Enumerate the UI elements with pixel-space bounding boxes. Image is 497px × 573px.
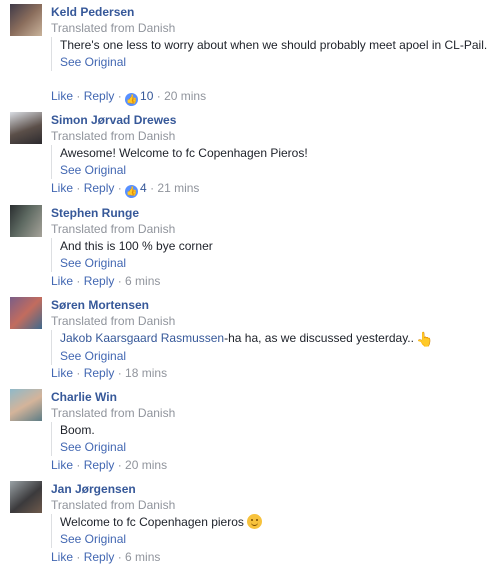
comment-author[interactable]: Simon Jørvad Drewes	[51, 113, 176, 127]
see-original-link[interactable]: See Original	[60, 348, 126, 365]
avatar[interactable]	[10, 481, 42, 513]
comment-quote: Awesome! Welcome to fc Copenhagen Pieros…	[51, 145, 490, 179]
comment-author[interactable]: Jan Jørgensen	[51, 482, 136, 496]
avatar[interactable]	[10, 205, 42, 237]
smiling-face-emoji-icon	[246, 514, 262, 529]
reply-link[interactable]: Reply	[84, 458, 115, 472]
comment-quote: There's one less to worry about when we …	[51, 37, 490, 71]
separator: ·	[73, 274, 84, 288]
thumbs-up-icon: 👍	[125, 93, 139, 106]
separator: ·	[73, 89, 84, 103]
like-link[interactable]: Like	[51, 89, 73, 103]
comment-actions: Like · Reply · 6 mins	[51, 550, 160, 564]
see-original-link[interactable]: See Original	[60, 439, 126, 456]
comment-time[interactable]: 6 mins	[125, 550, 160, 564]
comment-text-body: Welcome to fc Copenhagen pieros	[60, 515, 244, 529]
separator: ·	[146, 181, 158, 195]
comment-quote: Welcome to fc Copenhagen pieros See Orig…	[51, 514, 490, 548]
thumbs-up-icon: 👍	[125, 185, 139, 198]
see-original-link[interactable]: See Original	[60, 54, 126, 71]
comment-actions: Like · Reply · 6 mins	[51, 274, 160, 288]
comment-author[interactable]: Søren Mortensen	[51, 298, 149, 312]
reply-link[interactable]: Reply	[84, 274, 115, 288]
separator: ·	[73, 550, 84, 564]
translated-label: Translated from Danish	[51, 498, 176, 512]
comment-item: Charlie Win Translated from Danish Boom.…	[0, 389, 497, 481]
comment-item: Stephen Runge Translated from Danish And…	[0, 205, 497, 297]
comment-time[interactable]: 20 mins	[125, 458, 167, 472]
comment-actions: Like · Reply · 18 mins	[51, 366, 167, 380]
translated-label: Translated from Danish	[51, 21, 176, 35]
reply-link[interactable]: Reply	[84, 181, 115, 195]
reply-link[interactable]: Reply	[84, 550, 115, 564]
separator: ·	[114, 366, 126, 380]
mention-link[interactable]: Jakob Kaarsgaard Rasmussen	[60, 331, 224, 345]
separator: ·	[114, 181, 126, 195]
like-link[interactable]: Like	[51, 181, 73, 195]
see-original-link[interactable]: See Original	[60, 531, 126, 548]
comment-text: There's one less to worry about when we …	[60, 38, 488, 52]
comment-time[interactable]: 21 mins	[157, 181, 199, 195]
separator: ·	[114, 274, 126, 288]
like-count[interactable]: 10	[140, 89, 153, 103]
comment-item: Keld Pedersen Translated from Danish The…	[0, 4, 497, 106]
avatar[interactable]	[10, 4, 42, 36]
separator: ·	[114, 458, 126, 472]
avatar[interactable]	[10, 389, 42, 421]
comment-text: Jakob Kaarsgaard Rasmussen-ha ha, as we …	[60, 330, 490, 348]
avatar[interactable]	[10, 112, 42, 144]
see-original-link[interactable]: See Original	[60, 162, 126, 179]
comment-actions: Like · Reply · 20 mins	[51, 458, 167, 472]
comment-text-body: -ha ha, as we discussed yesterday..	[224, 331, 414, 345]
like-link[interactable]: Like	[51, 366, 73, 380]
comment-time[interactable]: 18 mins	[125, 366, 167, 380]
comment-time[interactable]: 6 mins	[125, 274, 160, 288]
comment-quote: Boom. See Original	[51, 422, 490, 456]
comment-text: Awesome! Welcome to fc Copenhagen Pieros…	[60, 146, 308, 160]
comment-text: Boom.	[60, 423, 95, 437]
comment-time[interactable]: 20 mins	[164, 89, 206, 103]
comment-quote: And this is 100 % bye corner See Origina…	[51, 238, 490, 272]
like-link[interactable]: Like	[51, 550, 73, 564]
separator: ·	[114, 550, 126, 564]
comment-author[interactable]: Charlie Win	[51, 390, 117, 404]
separator: ·	[73, 458, 84, 472]
comment-actions: Like · Reply · 👍 4 · 21 mins	[51, 181, 199, 198]
avatar[interactable]	[10, 297, 42, 329]
translated-label: Translated from Danish	[51, 222, 176, 236]
reply-link[interactable]: Reply	[84, 89, 115, 103]
comment-author[interactable]: Keld Pedersen	[51, 5, 134, 19]
like-link[interactable]: Like	[51, 274, 73, 288]
like-link[interactable]: Like	[51, 458, 73, 472]
like-count[interactable]: 4	[140, 181, 147, 195]
translated-label: Translated from Danish	[51, 314, 176, 328]
comment-quote: Jakob Kaarsgaard Rasmussen-ha ha, as we …	[51, 330, 490, 365]
comment-text: And this is 100 % bye corner	[60, 239, 213, 253]
separator: ·	[73, 181, 84, 195]
separator: ·	[153, 89, 165, 103]
separator: ·	[114, 89, 126, 103]
reply-link[interactable]: Reply	[84, 366, 115, 380]
comment-item: Simon Jørvad Drewes Translated from Dani…	[0, 112, 497, 204]
comment-actions: Like · Reply · 👍 10 · 20 mins	[51, 89, 206, 106]
separator: ·	[73, 366, 84, 380]
comment-item: Jan Jørgensen Translated from Danish Wel…	[0, 481, 497, 573]
see-original-link[interactable]: See Original	[60, 255, 126, 272]
pointing-hand-emoji-icon: 👆	[415, 331, 434, 347]
comment-text: Welcome to fc Copenhagen pieros	[60, 514, 490, 531]
translated-label: Translated from Danish	[51, 406, 176, 420]
comment-item: Søren Mortensen Translated from Danish J…	[0, 297, 497, 389]
comment-author[interactable]: Stephen Runge	[51, 206, 139, 220]
translated-label: Translated from Danish	[51, 129, 176, 143]
